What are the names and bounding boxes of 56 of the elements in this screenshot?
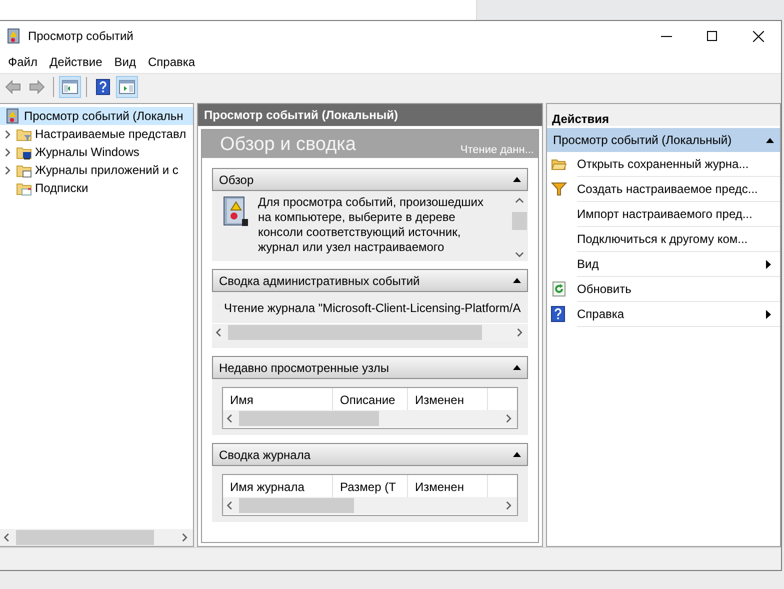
menu-item[interactable]: Справка bbox=[142, 55, 202, 69]
action-item[interactable]: Обновить bbox=[577, 277, 780, 302]
event-log-icon bbox=[6, 28, 22, 44]
refresh-icon bbox=[551, 281, 567, 297]
action-item[interactable]: Справка bbox=[577, 302, 780, 327]
horizontal-scrollbar[interactable] bbox=[223, 497, 517, 514]
section-header[interactable]: Обзор bbox=[212, 168, 528, 191]
summary-title: Обзор и сводка bbox=[220, 134, 356, 156]
pane-header: Просмотр событий (Локальный) bbox=[198, 104, 542, 126]
scroll-right-icon bbox=[505, 501, 514, 510]
pane-icon bbox=[62, 80, 78, 94]
action-item[interactable]: Импорт настраиваемого пред... bbox=[577, 202, 780, 227]
list-view[interactable]: Имя журнала Размер (Т Изменен bbox=[222, 474, 518, 516]
forward-arrow-icon bbox=[29, 80, 45, 94]
section-header[interactable]: Сводка административных событий bbox=[212, 269, 528, 292]
tree-item[interactable]: Настраиваемые представл bbox=[0, 125, 193, 143]
tree-item[interactable]: Просмотр событий (Локальн bbox=[0, 107, 193, 125]
action-item[interactable]: Открыть сохраненный журна... bbox=[577, 152, 780, 177]
scroll-left-icon bbox=[3, 533, 12, 542]
back-arrow-icon bbox=[5, 80, 21, 94]
pane-icon bbox=[119, 80, 135, 94]
scroll-right-icon bbox=[181, 533, 190, 542]
tree-item[interactable]: Журналы приложений и с bbox=[0, 161, 193, 179]
actions-header: Действия bbox=[547, 104, 780, 126]
scroll-right-icon bbox=[516, 328, 525, 337]
list-view[interactable]: Имя Описание Изменен bbox=[222, 387, 518, 429]
menu-item[interactable]: Файл bbox=[2, 55, 44, 69]
action-item[interactable]: Создать настраиваемое предс... bbox=[577, 177, 780, 202]
horizontal-scrollbar[interactable] bbox=[223, 410, 517, 427]
tree-item[interactable]: Подписки bbox=[0, 179, 193, 197]
tree-item[interactable]: Журналы Windows bbox=[0, 143, 193, 161]
close-icon bbox=[752, 30, 764, 42]
scroll-down-icon bbox=[515, 250, 524, 259]
scroll-left-icon bbox=[226, 501, 235, 510]
scroll-left-icon bbox=[215, 328, 224, 337]
action-item[interactable]: Подключиться к другому ком... bbox=[577, 227, 780, 252]
event-log-icon bbox=[5, 108, 21, 124]
window-title: Просмотр событий bbox=[28, 29, 134, 43]
section-header[interactable]: Недавно просмотренные узлы bbox=[212, 356, 528, 379]
event-log-icon bbox=[222, 195, 250, 229]
filter-icon bbox=[551, 181, 567, 197]
scroll-right-icon bbox=[505, 414, 514, 423]
action-pane-toggle-button[interactable] bbox=[116, 76, 138, 98]
section-header[interactable]: Сводка журнала bbox=[212, 443, 528, 466]
overview-text: Для просмотра событий, произошедших на компьютере, выберите в дереве консоли соответствующий источник, журнал или узел настраиваемого bbox=[258, 195, 484, 256]
maximize-icon bbox=[707, 31, 717, 41]
help-icon bbox=[96, 78, 110, 94]
menu-item[interactable]: Действие bbox=[44, 55, 108, 69]
actions-group-header[interactable]: Просмотр событий (Локальный) bbox=[547, 128, 780, 152]
scroll-left-icon bbox=[226, 414, 235, 423]
help-icon bbox=[551, 306, 565, 322]
horizontal-scrollbar[interactable] bbox=[0, 529, 193, 546]
console-tree-toggle-button[interactable] bbox=[59, 76, 81, 98]
action-item[interactable]: Вид bbox=[577, 252, 780, 277]
menu-item[interactable]: Вид bbox=[108, 55, 142, 69]
loading-status: Чтение данн... bbox=[460, 144, 534, 156]
